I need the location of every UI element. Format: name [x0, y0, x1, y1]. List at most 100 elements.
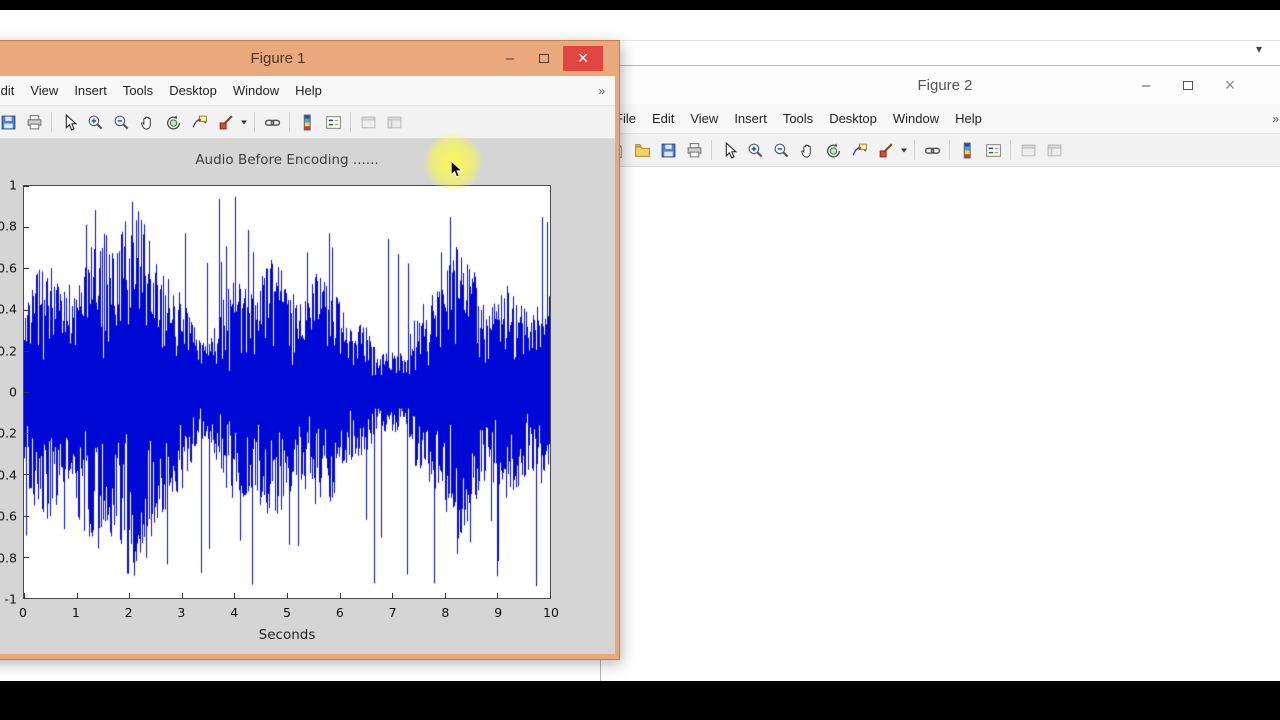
y-tick-mark — [24, 309, 29, 311]
y-tick-mark — [24, 598, 29, 599]
y-tick-label: 0.6 — [0, 260, 17, 276]
y-tick-mark — [24, 515, 29, 517]
edit-plot-icon[interactable] — [717, 138, 741, 162]
y-tick-label: 1 — [9, 177, 17, 193]
y-tick-labels: 1 0.8 0.6 0.4 0.2 0 -0.2 -0.4 -0.6 -0.8 -1 — [0, 178, 17, 607]
edit-plot-icon[interactable] — [57, 110, 81, 134]
x-axis-label: Seconds — [258, 627, 316, 643]
menu-item-desktop[interactable]: Desktop — [161, 83, 225, 98]
menu-item-help[interactable]: Help — [287, 83, 330, 98]
x-tick-label: 3 — [177, 605, 186, 620]
menu-item-desktop[interactable]: Desktop — [821, 111, 885, 126]
figure-toolbar — [601, 134, 1280, 167]
mouse-cursor-icon — [450, 160, 463, 178]
menu-bar: FileEditViewInsertToolsDesktopWindowHelp… — [0, 76, 615, 106]
menu-item-edit[interactable]: Edit — [0, 83, 22, 98]
hide-plot-tools-icon[interactable] — [356, 110, 380, 134]
print-figure-icon[interactable] — [22, 110, 46, 134]
menu-overflow-chevron[interactable]: » — [1272, 112, 1279, 126]
window-title: Figure 1 — [250, 50, 306, 67]
data-cursor-icon[interactable] — [187, 110, 211, 134]
menu-overflow-chevron[interactable]: » — [598, 84, 605, 98]
menu-item-view[interactable]: View — [22, 83, 66, 98]
insert-colorbar-icon[interactable] — [295, 110, 319, 134]
minimize-button[interactable]: – — [495, 46, 525, 71]
desktop: ▾ Figure 2 – × File Edit View Insert Tools De… — [0, 0, 1280, 720]
window-title: Figure 2 — [917, 76, 973, 94]
y-tick-label: -0.4 — [0, 467, 17, 483]
menu-item-view[interactable]: View — [682, 111, 726, 126]
menu-item-tools[interactable]: Tools — [115, 83, 161, 98]
save-figure-icon[interactable] — [656, 138, 680, 162]
menu-item-edit[interactable]: Edit — [644, 111, 682, 126]
x-tick-mark — [392, 593, 394, 598]
y-tick-label: 0.8 — [0, 218, 17, 234]
brush-icon[interactable] — [873, 138, 897, 162]
menu-item-window[interactable]: Window — [225, 83, 287, 98]
y-tick-mark — [24, 186, 29, 187]
zoom-in-icon[interactable] — [743, 138, 767, 162]
y-tick-label: -0.6 — [0, 508, 17, 524]
x-tick-mark — [550, 593, 551, 598]
title-bar[interactable]: Figure 2 – × — [601, 66, 1280, 104]
top-letterbox-bar — [0, 0, 1280, 10]
maximize-button[interactable] — [529, 46, 559, 71]
x-tick-mark — [444, 593, 446, 598]
y-tick-mark — [24, 268, 29, 270]
y-tick-label: 0 — [9, 384, 17, 400]
x-tick-label: 10 — [543, 605, 559, 620]
y-tick-label: -1 — [4, 591, 17, 607]
rotate-3d-icon[interactable] — [821, 138, 845, 162]
pan-icon[interactable] — [795, 138, 819, 162]
print-figure-icon[interactable] — [682, 138, 706, 162]
menu-item-tools[interactable]: Tools — [775, 111, 821, 126]
insert-colorbar-icon[interactable] — [955, 138, 979, 162]
open-file-icon[interactable] — [630, 138, 654, 162]
y-tick-mark — [24, 474, 29, 476]
y-tick-label: -0.8 — [0, 550, 17, 566]
x-tick-label: 6 — [335, 605, 344, 620]
menu-item-help[interactable]: Help — [947, 111, 990, 126]
figure1-window: Figure 1 – × FileEditViewInsertToolsDesk… — [0, 40, 620, 660]
x-tick-mark — [287, 593, 288, 598]
bottom-letterbox-bar — [0, 681, 1280, 720]
insert-legend-icon[interactable] — [321, 110, 345, 134]
link-plot-icon[interactable] — [920, 138, 944, 162]
data-cursor-icon[interactable] — [847, 138, 871, 162]
chevron-down-icon[interactable]: ▾ — [1256, 42, 1262, 56]
plot-area[interactable] — [23, 185, 551, 599]
figure-canvas-area: Audio Before Encoding ...... 01234567891… — [0, 139, 615, 654]
toolbar-separator — [711, 140, 712, 160]
y-tick-mark — [24, 433, 29, 435]
brush-icon[interactable] — [213, 110, 237, 134]
close-button[interactable]: × — [1215, 73, 1245, 97]
show-plot-tools-icon[interactable] — [1042, 138, 1066, 162]
link-plot-icon[interactable] — [260, 110, 284, 134]
caret-down-icon[interactable] — [899, 138, 909, 162]
rotate-3d-icon[interactable] — [161, 110, 185, 134]
zoom-out-icon[interactable] — [109, 110, 133, 134]
menu-item-insert[interactable]: Insert — [726, 111, 775, 126]
caret-down-icon[interactable] — [239, 110, 249, 134]
y-tick-label: 0.4 — [0, 301, 17, 317]
x-tick-label: 7 — [388, 605, 397, 620]
close-button[interactable]: × — [563, 46, 603, 71]
y-tick-label: 0.2 — [0, 343, 17, 359]
maximize-button[interactable] — [1173, 73, 1203, 97]
x-tick-label: 0 — [19, 605, 27, 620]
background-window-edge — [615, 40, 1280, 41]
x-tick-mark — [339, 593, 341, 598]
pan-icon[interactable] — [135, 110, 159, 134]
show-plot-tools-icon[interactable] — [382, 110, 406, 134]
zoom-in-icon[interactable] — [83, 110, 107, 134]
x-tick-label: 5 — [283, 605, 291, 620]
x-tick-mark — [497, 593, 499, 598]
menu-item-window[interactable]: Window — [885, 111, 947, 126]
save-figure-icon[interactable] — [0, 110, 20, 134]
insert-legend-icon[interactable] — [981, 138, 1005, 162]
minimize-button[interactable]: – — [1131, 73, 1161, 97]
hide-plot-tools-icon[interactable] — [1016, 138, 1040, 162]
menu-item-insert[interactable]: Insert — [66, 83, 115, 98]
title-bar[interactable]: Figure 1 – × — [0, 41, 619, 76]
zoom-out-icon[interactable] — [769, 138, 793, 162]
